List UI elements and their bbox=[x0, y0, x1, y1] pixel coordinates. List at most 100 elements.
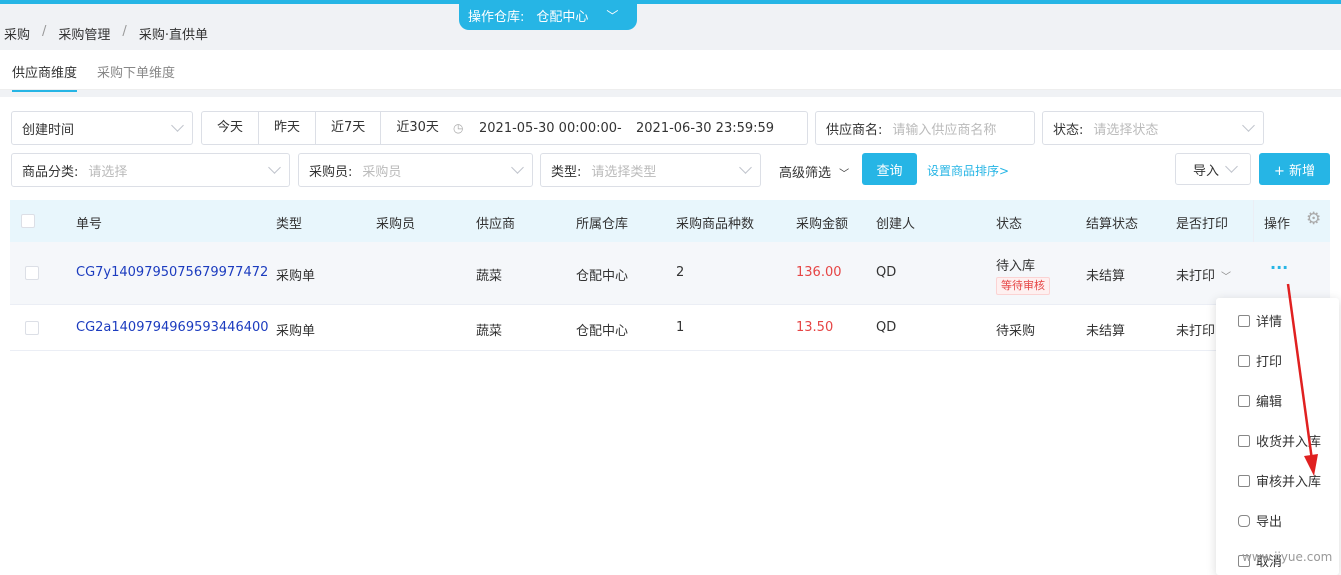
type-label: 类型: bbox=[551, 164, 582, 180]
kinds-cell: 2 bbox=[676, 265, 685, 280]
col-kinds: 采购商品种数 bbox=[676, 217, 755, 232]
col-order-no: 单号 bbox=[76, 217, 103, 232]
menu-item-label: 打印 bbox=[1256, 355, 1283, 370]
order-no-link[interactable]: CG7y1409795075679977472 bbox=[76, 265, 268, 280]
menu-item-label: 详情 bbox=[1256, 315, 1283, 330]
category-placeholder: 请选择 bbox=[88, 164, 128, 180]
print-status-select[interactable]: 未打印 ﹀ bbox=[1176, 265, 1231, 284]
menu-item-edit[interactable]: 编辑 bbox=[1238, 391, 1282, 410]
receipt-icon bbox=[1238, 474, 1250, 487]
import-label: 导入 bbox=[1192, 163, 1219, 179]
status-label: 状态: bbox=[1053, 122, 1084, 138]
settle-cell: 未结算 bbox=[1086, 324, 1126, 339]
type-select[interactable]: 类型: 请选择类型 bbox=[540, 153, 761, 187]
buyer-label: 采购员: bbox=[309, 164, 353, 180]
annotation-arrow-head bbox=[1304, 454, 1318, 476]
chevron-down-icon bbox=[739, 161, 752, 174]
col-settle: 结算状态 bbox=[1086, 217, 1139, 232]
category-select[interactable]: 商品分类: 请选择 bbox=[11, 153, 290, 187]
order-no-link[interactable]: CG2a1409794969593446400 bbox=[76, 320, 269, 335]
tab-order-dimension[interactable]: 采购下单维度 bbox=[97, 62, 175, 81]
buyer-placeholder: 采购员 bbox=[362, 164, 402, 180]
supplier-name-field[interactable]: 供应商名: 请输入供应商名称 bbox=[815, 111, 1035, 145]
query-button[interactable]: 查询 bbox=[862, 153, 917, 185]
status-badge: 等待审核 bbox=[996, 277, 1050, 295]
menu-item-export[interactable]: 导出 bbox=[1238, 511, 1282, 530]
receipt-icon bbox=[1238, 434, 1250, 447]
breadcrumb-separator: / bbox=[42, 24, 47, 39]
status-cell: 待入库 bbox=[996, 259, 1036, 274]
date-end[interactable]: 2021-06-30 23:59:59 bbox=[636, 121, 774, 136]
printer-icon bbox=[1238, 354, 1250, 367]
status-cell: 待采购 bbox=[996, 324, 1036, 339]
col-type: 类型 bbox=[276, 217, 303, 232]
amount-cell: 136.00 bbox=[796, 265, 842, 280]
chevron-down-icon: ﹀ bbox=[606, 8, 619, 23]
breadcrumb-item: 采购·直供单 bbox=[138, 28, 208, 43]
chevron-down-icon bbox=[171, 119, 184, 132]
type-cell: 采购单 bbox=[276, 269, 316, 284]
col-amount: 采购金额 bbox=[796, 217, 849, 232]
creator-cell: QD bbox=[876, 265, 897, 280]
col-buyer: 采购员 bbox=[376, 217, 416, 232]
range-yesterday-button[interactable]: 昨天 bbox=[259, 112, 317, 144]
more-actions-icon[interactable]: ··· bbox=[1270, 258, 1288, 277]
gear-icon[interactable]: ⚙ bbox=[1306, 209, 1321, 229]
range-7days-button[interactable]: 近7天 bbox=[316, 112, 382, 144]
tab-supplier-dimension[interactable]: 供应商维度 bbox=[12, 62, 78, 92]
quick-range-group: 今天 昨天 近7天 近30天 bbox=[201, 111, 455, 145]
status-placeholder: 请选择状态 bbox=[1093, 122, 1159, 138]
supplier-cell: 蔬菜 bbox=[476, 269, 503, 284]
breadcrumb-separator: / bbox=[122, 24, 127, 39]
advanced-filter-toggle[interactable]: 高级筛选 ﹀ bbox=[779, 162, 849, 181]
time-type-select[interactable]: 创建时间 bbox=[11, 111, 193, 145]
col-print: 是否打印 bbox=[1176, 217, 1229, 232]
select-all-checkbox[interactable] bbox=[21, 214, 35, 228]
creator-cell: QD bbox=[876, 320, 897, 335]
type-cell: 采购单 bbox=[276, 324, 316, 339]
col-status: 状态 bbox=[996, 217, 1023, 232]
date-range-picker[interactable]: ◷ 2021-05-30 00:00:00 - 2021-06-30 23:59… bbox=[443, 111, 808, 145]
col-warehouse: 所属仓库 bbox=[576, 217, 629, 232]
range-today-button[interactable]: 今天 bbox=[202, 112, 260, 144]
annotation-arrow bbox=[1286, 283, 1318, 476]
category-label: 商品分类: bbox=[22, 164, 79, 180]
chevron-down-icon bbox=[511, 161, 524, 174]
row-checkbox[interactable] bbox=[25, 321, 39, 335]
chevron-down-icon bbox=[268, 161, 281, 174]
add-button[interactable]: + 新增 bbox=[1259, 153, 1330, 185]
col-supplier: 供应商 bbox=[476, 217, 516, 232]
chevron-down-icon bbox=[1242, 119, 1255, 132]
col-creator: 创建人 bbox=[876, 217, 916, 232]
print-status-cell: 未打印 bbox=[1176, 324, 1216, 339]
warehouse-selector[interactable]: 操作仓库: 仓配中心 ﹀ bbox=[459, 0, 637, 30]
clock-icon: ◷ bbox=[453, 121, 464, 135]
import-button[interactable]: 导入 bbox=[1175, 153, 1251, 185]
watermark: www.jiyue.com bbox=[1242, 550, 1333, 564]
date-separator: - bbox=[617, 120, 622, 136]
row-checkbox[interactable] bbox=[25, 266, 39, 280]
sort-settings-link[interactable]: 设置商品排序> bbox=[927, 162, 1009, 179]
print-status-value: 未打印 bbox=[1176, 269, 1216, 284]
breadcrumb-item[interactable]: 采购 bbox=[4, 24, 30, 43]
menu-item-label: 导出 bbox=[1256, 515, 1283, 530]
date-start[interactable]: 2021-05-30 00:00:00 bbox=[479, 121, 617, 136]
warehouse-value: 仓配中心 bbox=[536, 9, 589, 25]
main-panel: 创建时间 今天 昨天 近7天 近30天 ◷ 2021-05-30 00:00:0… bbox=[0, 97, 1341, 575]
supplier-placeholder: 请输入供应商名称 bbox=[892, 122, 997, 138]
warehouse-cell: 仓配中心 bbox=[576, 324, 629, 339]
amount-cell: 13.50 bbox=[796, 320, 834, 335]
menu-item-label: 编辑 bbox=[1256, 395, 1283, 410]
buyer-select[interactable]: 采购员: 采购员 bbox=[298, 153, 533, 187]
chevron-down-icon: ﹀ bbox=[839, 169, 850, 180]
status-select[interactable]: 状态: 请选择状态 bbox=[1042, 111, 1264, 145]
kinds-cell: 1 bbox=[676, 320, 685, 335]
col-actions: 操作 bbox=[1264, 217, 1291, 232]
breadcrumb-item[interactable]: 采购管理 bbox=[58, 24, 110, 43]
menu-item-detail[interactable]: 详情 bbox=[1238, 311, 1282, 330]
chevron-down-icon: ﹀ bbox=[1221, 272, 1232, 283]
supplier-label: 供应商名: bbox=[826, 122, 883, 138]
tab-bar: 供应商维度 采购下单维度 bbox=[0, 50, 1341, 92]
type-placeholder: 请选择类型 bbox=[591, 164, 657, 180]
menu-item-print[interactable]: 打印 bbox=[1238, 351, 1282, 370]
